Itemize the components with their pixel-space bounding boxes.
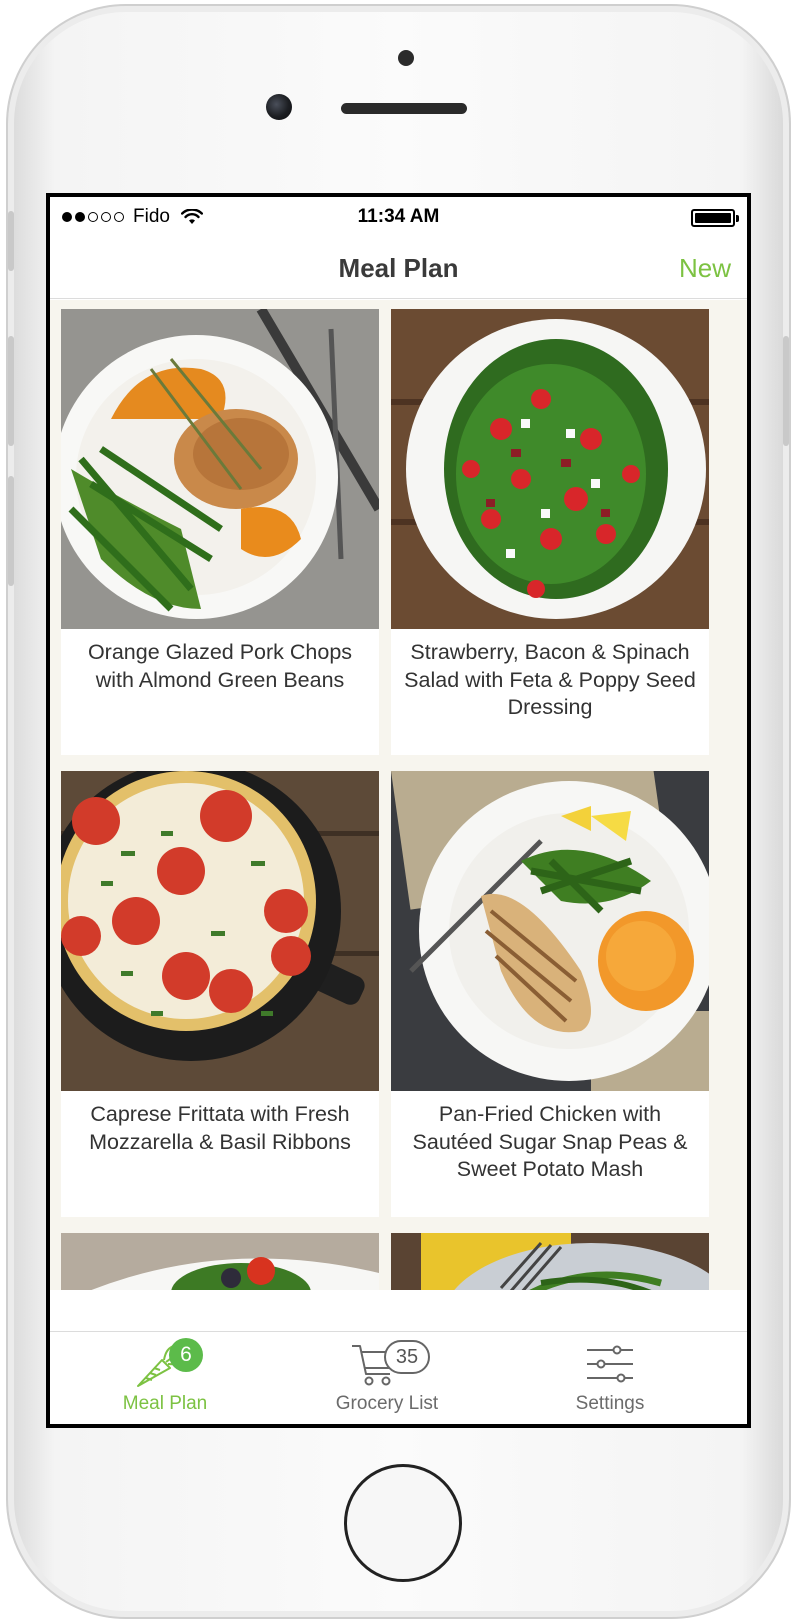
meal-photo: [391, 309, 709, 629]
meal-card[interactable]: Caprese Frittata with Fresh Mozzarella &…: [61, 771, 379, 1217]
app-screen: Fido 11:34 AM Meal Plan New Orange Glaze…: [46, 193, 751, 1428]
clock: 11:34 AM: [357, 206, 440, 227]
home-button[interactable]: [344, 1464, 462, 1582]
tab-bar: 6 Meal Plan 35 Grocery List Settings: [50, 1331, 747, 1424]
tab-grocery-list[interactable]: 35 Grocery List: [272, 1332, 502, 1424]
navigation-bar: Meal Plan New: [50, 235, 747, 299]
meal-title: Strawberry, Bacon & Spinach Salad with F…: [404, 640, 696, 719]
front-camera: [266, 94, 292, 120]
silent-switch: [8, 211, 14, 271]
tab-settings[interactable]: Settings: [495, 1332, 725, 1424]
meal-title: Orange Glazed Pork Chops with Almond Gre…: [87, 640, 353, 692]
meal-card[interactable]: [61, 1233, 379, 1290]
proximity-sensor: [398, 50, 414, 66]
tab-label: Meal Plan: [122, 1393, 208, 1414]
page-title: Meal Plan: [338, 253, 459, 283]
meal-card[interactable]: Strawberry, Bacon & Spinach Salad with F…: [391, 309, 709, 755]
meal-grid: Orange Glazed Pork Chops with Almond Gre…: [50, 300, 747, 1290]
meal-title: Caprese Frittata with Fresh Mozzarella &…: [89, 1102, 351, 1154]
meal-photo: [61, 309, 379, 629]
new-button[interactable]: New: [679, 253, 731, 284]
cart-icon: 35: [342, 1338, 432, 1388]
sliders-icon: [580, 1338, 640, 1388]
meal-plan-count-badge: 6: [169, 1338, 203, 1372]
earpiece-speaker: [341, 103, 467, 114]
meal-photo: [61, 771, 379, 1091]
volume-down-button: [8, 476, 14, 586]
meal-card[interactable]: [391, 1233, 709, 1290]
volume-up-button: [8, 336, 14, 446]
status-bar: Fido 11:34 AM: [50, 197, 747, 235]
meal-card[interactable]: Pan-Fried Chicken with Sautéed Sugar Sna…: [391, 771, 709, 1217]
meal-photo: [391, 1233, 709, 1290]
tab-label: Grocery List: [335, 1393, 439, 1414]
power-button: [783, 336, 789, 446]
meal-title: Pan-Fried Chicken with Sautéed Sugar Sna…: [412, 1102, 688, 1181]
meal-card[interactable]: Orange Glazed Pork Chops with Almond Gre…: [61, 309, 379, 755]
meal-photo: [61, 1233, 379, 1290]
tab-label: Settings: [575, 1393, 645, 1414]
tab-meal-plan[interactable]: 6 Meal Plan: [50, 1332, 280, 1424]
battery-icon: [691, 209, 739, 227]
carrot-icon: 6: [120, 1338, 210, 1388]
grocery-count-badge: 35: [384, 1340, 430, 1374]
meal-photo: [391, 771, 709, 1091]
